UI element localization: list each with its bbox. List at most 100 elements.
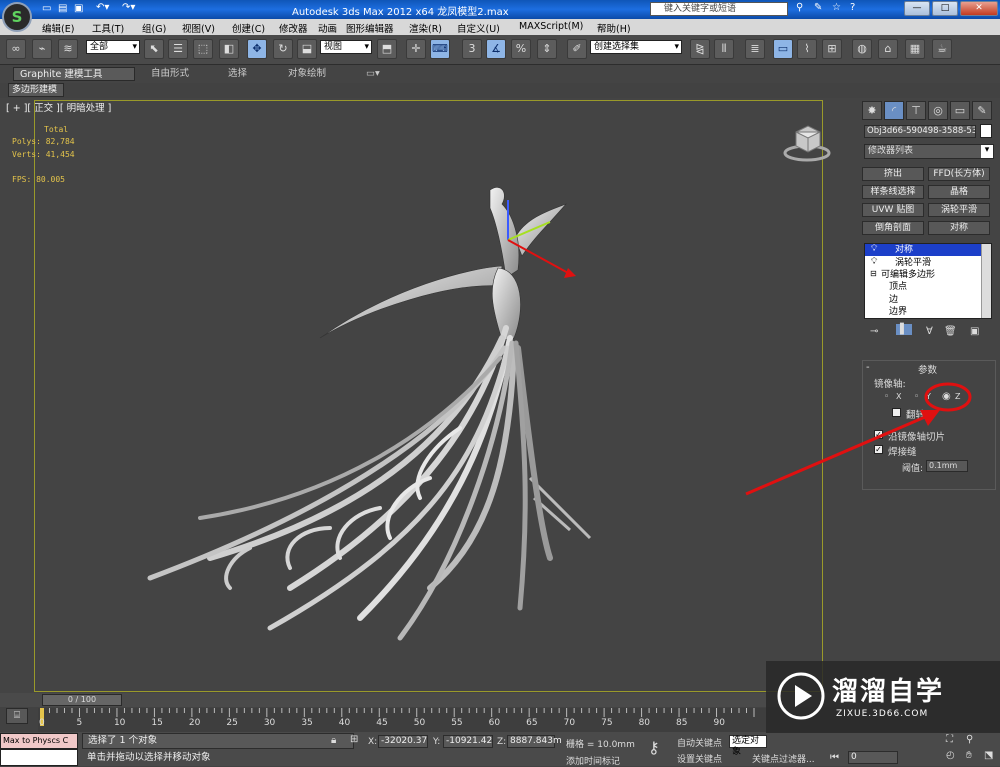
stack-item-turbosmooth[interactable]: 涡轮平滑: [865, 257, 981, 269]
object-name-field[interactable]: Obj3d66-590498-3588-538: [864, 125, 976, 138]
utilities-tab-icon[interactable]: ✎: [972, 101, 992, 120]
maximize-viewport-icon[interactable]: ⬔: [984, 750, 993, 761]
mod-button-bevel-profile[interactable]: 倒角剖面: [862, 221, 924, 235]
menu-modifiers[interactable]: 修改器: [279, 21, 308, 35]
maximize-button[interactable]: □: [932, 1, 958, 16]
maxscript-output[interactable]: [0, 749, 78, 766]
viewport-front[interactable]: [ + ][ 正交 ][ 明暗处理 ] Total Polys: 82,784 …: [0, 98, 858, 693]
key-filters-button[interactable]: 关键点过滤器...: [752, 752, 815, 765]
make-unique-icon[interactable]: ∀: [926, 326, 933, 337]
display-tab-icon[interactable]: ▭: [950, 101, 970, 120]
menu-tools[interactable]: 工具(T): [92, 21, 124, 35]
modifier-list-dropdown[interactable]: 修改器列表: [864, 144, 994, 159]
layer-manager-icon[interactable]: ≣: [745, 39, 765, 59]
star-icon[interactable]: ☆: [832, 2, 841, 13]
modify-tab-icon[interactable]: ◜: [884, 101, 904, 120]
menu-edit[interactable]: 编辑(E): [42, 21, 74, 35]
render-teapot-icon[interactable]: ☕: [932, 39, 952, 59]
y-coord-field[interactable]: -10921.42: [443, 735, 493, 748]
viewcube-icon[interactable]: [782, 122, 832, 166]
time-slider[interactable]: 0 / 100: [42, 694, 122, 706]
phoenix-model[interactable]: [130, 178, 610, 648]
auto-key-button[interactable]: 自动关键点: [677, 736, 722, 749]
mod-button-lattice[interactable]: 晶格: [928, 185, 990, 199]
angle-snap-icon[interactable]: ∡: [486, 39, 506, 59]
select-object-icon[interactable]: ⬉: [144, 39, 164, 59]
go-to-start-icon[interactable]: ⏮︎: [830, 752, 839, 763]
search-input[interactable]: 键入关键字或短语: [650, 2, 788, 16]
motion-tab-icon[interactable]: ◎: [928, 101, 948, 120]
undo-icon[interactable]: ↶▾: [96, 2, 109, 13]
bind-spacewarp-icon[interactable]: ≋: [58, 39, 78, 59]
mod-button-uvw-map[interactable]: UVW 贴图: [862, 203, 924, 217]
help-icon[interactable]: ?: [850, 2, 855, 13]
pin-stack-icon[interactable]: ⊸: [870, 326, 878, 337]
tab-graphite-modeling[interactable]: Graphite 建模工具: [13, 67, 135, 81]
add-time-tag[interactable]: 添加时间标记: [566, 754, 620, 767]
binoculars-icon[interactable]: ⚲: [796, 2, 803, 13]
wrench-icon[interactable]: ✎: [814, 2, 822, 13]
tab-freeform[interactable]: 自由形式: [145, 67, 195, 81]
graphite-toggle-icon[interactable]: ▭: [773, 39, 793, 59]
select-scale-icon[interactable]: ⬓: [297, 39, 317, 59]
percent-snap-icon[interactable]: %: [511, 39, 531, 59]
key-icon[interactable]: ⚷: [648, 738, 660, 757]
tab-polygon-modeling[interactable]: 多边形建模: [8, 83, 64, 97]
pivot-center-icon[interactable]: ⬒: [377, 39, 397, 59]
snap-toggle-icon[interactable]: 3: [462, 39, 482, 59]
unlink-icon[interactable]: ⌁: [32, 39, 52, 59]
menu-maxscript[interactable]: MAXScript(M): [519, 21, 583, 32]
close-button[interactable]: ✕: [960, 1, 998, 16]
stack-item-border[interactable]: 边界: [865, 306, 981, 318]
transform-mode-icon[interactable]: ⊞: [350, 734, 358, 745]
menu-graph-editors[interactable]: 图形编辑器: [346, 21, 394, 35]
stack-item-vertex[interactable]: 顶点: [865, 281, 981, 293]
menu-rendering[interactable]: 渲染(R): [409, 21, 442, 35]
schematic-view-icon[interactable]: ⊞: [822, 39, 842, 59]
x-coord-field[interactable]: -32020.37: [378, 735, 428, 748]
zoom-extents-icon[interactable]: ⛶: [946, 734, 953, 745]
orbit-icon[interactable]: ◴: [946, 750, 955, 761]
modifier-stack[interactable]: 对称 💡︎ 涡轮平滑 💡︎ 可编辑多边形 ⊟ 顶点 边 边界: [864, 243, 992, 319]
edit-named-selection-icon[interactable]: ✐: [567, 39, 587, 59]
mod-button-ffd-box[interactable]: FFD(长方体): [928, 167, 990, 181]
bulb-icon[interactable]: 💡︎: [871, 257, 877, 267]
collapse-icon[interactable]: ⊟: [870, 269, 877, 278]
select-manipulate-icon[interactable]: ✛: [406, 39, 426, 59]
rect-selection-icon[interactable]: ⬚: [193, 39, 213, 59]
rendered-frame-icon[interactable]: ▦: [905, 39, 925, 59]
hierarchy-tab-icon[interactable]: ⊤: [906, 101, 926, 120]
minimize-button[interactable]: —: [904, 1, 930, 16]
menu-create[interactable]: 创建(C): [232, 21, 265, 35]
new-file-icon[interactable]: ▭: [42, 3, 51, 14]
app-logo-icon[interactable]: S: [2, 2, 32, 32]
selection-filter-dropdown[interactable]: 全部: [86, 40, 140, 54]
maxscript-listener[interactable]: Max to Physcs C: [0, 733, 78, 749]
set-key-button[interactable]: 设置关键点: [677, 752, 722, 765]
mod-button-extrude[interactable]: 挤出: [862, 167, 924, 181]
menu-animation[interactable]: 动画: [318, 21, 337, 35]
named-selection-dropdown[interactable]: 创建选择集: [590, 40, 682, 54]
reference-coord-dropdown[interactable]: 视图: [320, 40, 372, 54]
align-icon[interactable]: ⫴: [714, 39, 734, 59]
link-icon[interactable]: ∞: [6, 39, 26, 59]
mod-button-spline-select[interactable]: 样条线选择: [862, 185, 924, 199]
select-rotate-icon[interactable]: ↻: [273, 39, 293, 59]
curve-editor-icon[interactable]: ⌇: [797, 39, 817, 59]
open-file-icon[interactable]: ▤: [58, 3, 67, 14]
tab-object-paint[interactable]: 对象绘制: [282, 67, 332, 81]
rollout-collapse[interactable]: -: [866, 362, 870, 373]
save-file-icon[interactable]: ▣: [74, 3, 83, 14]
stack-item-editable-poly[interactable]: 可编辑多边形: [865, 269, 981, 281]
mod-button-symmetry[interactable]: 对称: [928, 221, 990, 235]
pan-icon[interactable]: ✋︎: [966, 750, 972, 761]
window-crossing-icon[interactable]: ◧: [219, 39, 239, 59]
mod-button-turbosmooth[interactable]: 涡轮平滑: [928, 203, 990, 217]
material-editor-icon[interactable]: ◍: [852, 39, 872, 59]
remove-modifier-icon[interactable]: 🗑︎: [944, 326, 957, 337]
track-bar[interactable]: 0 5 10 15 20 25 30 35 40 45 50 55 60 65 70 75 80 85 90: [38, 708, 766, 732]
select-move-icon[interactable]: ✥: [247, 39, 267, 59]
create-tab-icon[interactable]: ✸: [862, 101, 882, 120]
show-end-result-icon[interactable]: ▌: [896, 324, 912, 335]
ribbon-options-icon[interactable]: ▭▾: [360, 67, 386, 81]
